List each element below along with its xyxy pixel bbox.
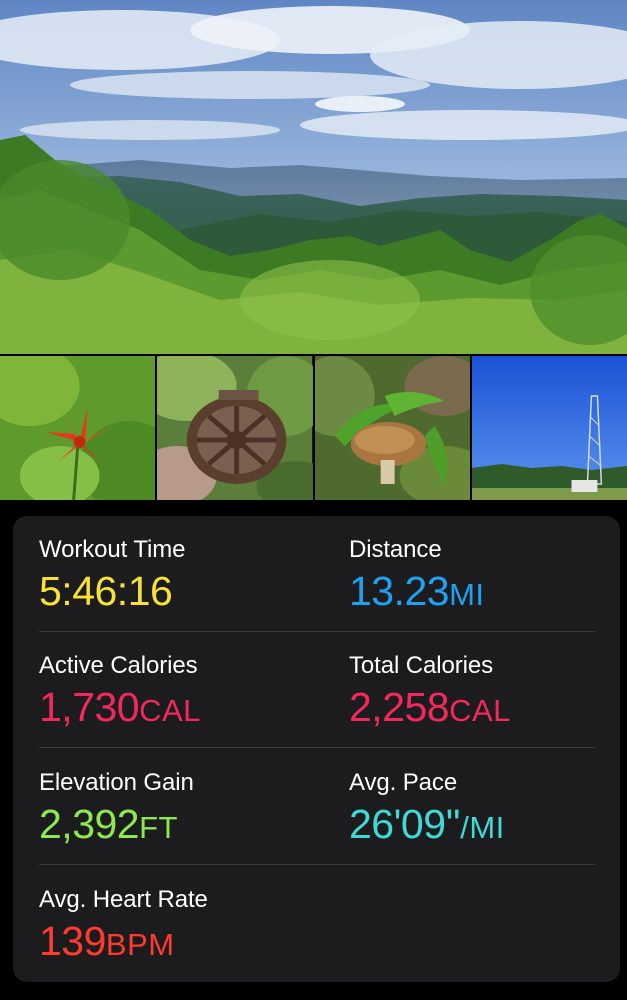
- stat-label: Total Calories: [349, 652, 493, 679]
- stat-label: Workout Time: [39, 536, 186, 563]
- stat-value: 26'09''/MI: [349, 799, 505, 853]
- divider: [39, 864, 595, 865]
- stats-row: Avg. Heart Rate 139BPM: [39, 866, 595, 982]
- total-calories-value: 2,258: [349, 684, 450, 730]
- divider: [39, 747, 595, 748]
- active-calories-value: 1,730: [39, 684, 140, 730]
- workout-time-value: 5:46:16: [39, 568, 173, 614]
- thumbnail-orange-lily[interactable]: [0, 356, 156, 500]
- stat-value: 13.23MI: [349, 566, 485, 620]
- stat-value: 1,730CAL: [39, 682, 201, 736]
- avg-pace-unit: /MI: [460, 810, 505, 845]
- main-photo[interactable]: [0, 0, 627, 354]
- stats-row: Elevation Gain 2,392FT Avg. Pace 26'09''…: [39, 749, 595, 865]
- distance-value: 13.23: [349, 568, 450, 614]
- thumbnail-rusted-wheel[interactable]: [157, 356, 313, 500]
- thumbnail-mushroom[interactable]: [314, 356, 470, 500]
- elevation-gain-value: 2,392: [39, 801, 140, 847]
- stat-label: Distance: [349, 536, 442, 563]
- avg-heart-rate-unit: BPM: [105, 927, 175, 962]
- avg-heart-rate-value: 139: [39, 918, 106, 964]
- photo-thumbnails: [0, 356, 627, 500]
- distance-unit: MI: [449, 577, 485, 612]
- workout-summary-card: Workout Time 5:46:16 Distance 13.23MI Ac…: [13, 516, 620, 982]
- stat-value: 2,392FT: [39, 799, 178, 853]
- stat-label: Active Calories: [39, 652, 198, 679]
- thumbnail-radio-tower[interactable]: [471, 356, 627, 500]
- elevation-gain-unit: FT: [139, 810, 178, 845]
- stat-value: 139BPM: [39, 916, 175, 970]
- avg-pace-value: 26'09'': [349, 801, 461, 847]
- stat-value: 2,258CAL: [349, 682, 511, 736]
- stat-label: Avg. Heart Rate: [39, 886, 208, 913]
- total-calories-unit: CAL: [449, 693, 511, 728]
- stat-label: Avg. Pace: [349, 769, 458, 796]
- active-calories-unit: CAL: [139, 693, 201, 728]
- stats-row: Active Calories 1,730CAL Total Calories …: [39, 632, 595, 748]
- stats-row: Workout Time 5:46:16 Distance 13.23MI: [39, 516, 595, 632]
- stat-label: Elevation Gain: [39, 769, 194, 796]
- stat-value: 5:46:16: [39, 566, 173, 616]
